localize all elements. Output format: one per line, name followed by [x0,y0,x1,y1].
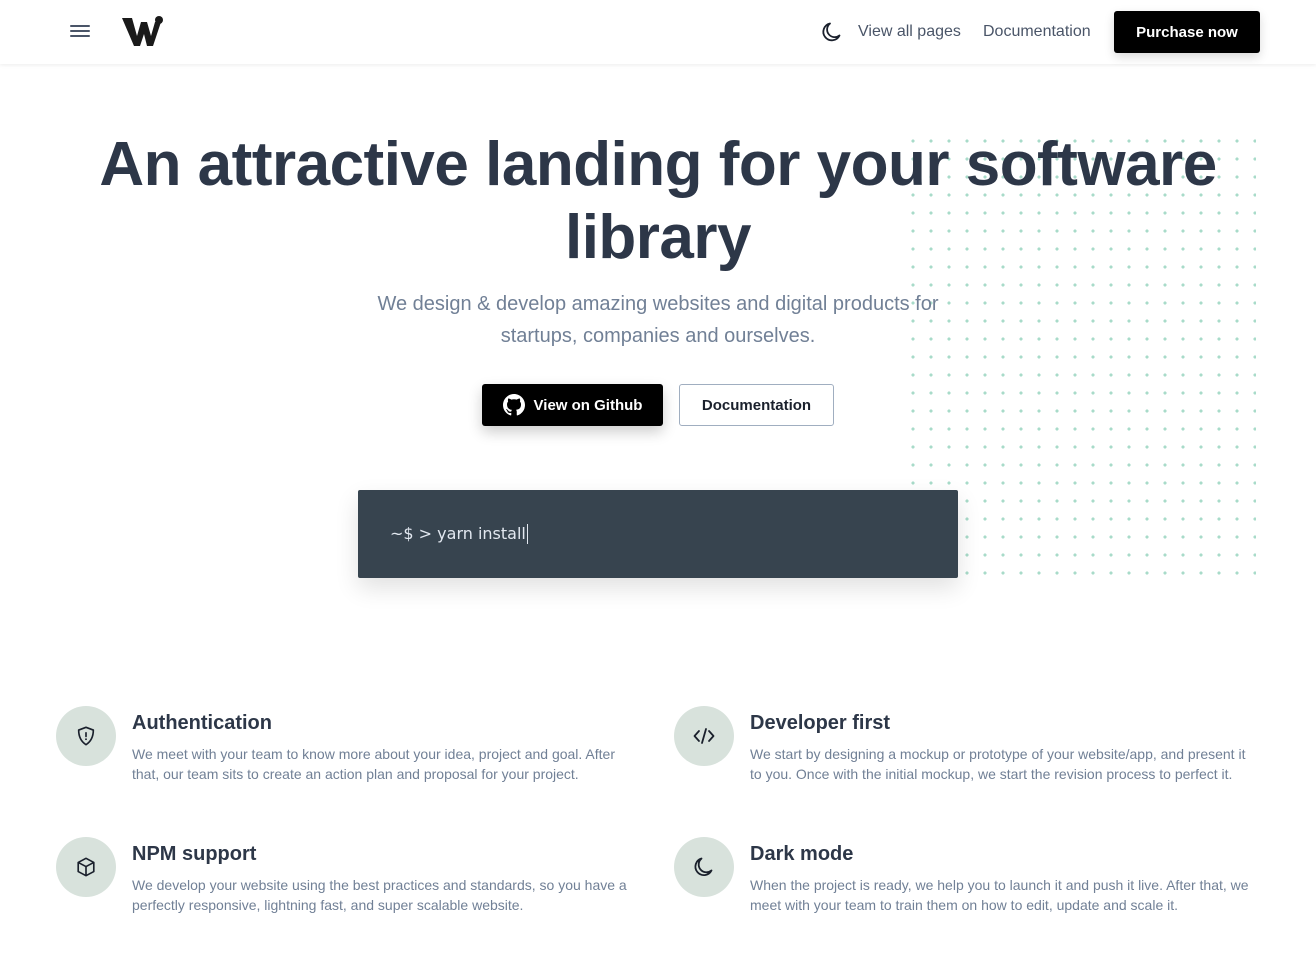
menu-icon[interactable] [68,22,92,42]
feature-icon-circle [56,837,116,897]
terminal-command-text: ~$ > yarn install [390,524,526,543]
brand-logo[interactable] [120,14,166,50]
feature-icon-circle [674,837,734,897]
code-icon [693,728,715,744]
feature-description: We meet with your team to know more abou… [132,746,615,782]
github-icon [502,394,525,416]
purchase-button[interactable]: Purchase now [1114,11,1260,53]
feature-description: We start by designing a mockup or protot… [750,746,1246,782]
moon-icon [694,857,713,877]
documentation-button[interactable]: Documentation [679,384,834,426]
view-on-github-button[interactable]: View on Github [482,384,663,426]
feature-icon-circle [56,706,116,766]
feature-icon-circle [674,706,734,766]
terminal-box: ~$ > yarn install [358,490,958,578]
terminal-command: ~$ > yarn install [390,524,528,544]
github-button-label: View on Github [533,396,643,414]
top-navbar: View all pages Documentation Purchase no… [0,0,1316,64]
feature-title: Dark mode [750,843,854,865]
shield-icon [77,726,95,746]
hero-subtitle: We design & develop amazing websites and… [377,293,939,347]
feature-description: When the project is ready, we help you t… [750,877,1249,913]
feature-title: NPM support [132,843,257,865]
hero-title: An attractive landing for your software … [99,130,1217,272]
nav-documentation[interactable]: Documentation [983,22,1091,42]
feature-title: Authentication [132,712,272,734]
cube-icon [77,857,95,877]
moon-icon[interactable] [820,19,846,45]
feature-description: We develop your website using the best p… [132,877,627,913]
text-cursor [526,524,528,544]
feature-title: Developer first [750,712,891,734]
nav-view-all-pages[interactable]: View all pages [858,22,961,42]
